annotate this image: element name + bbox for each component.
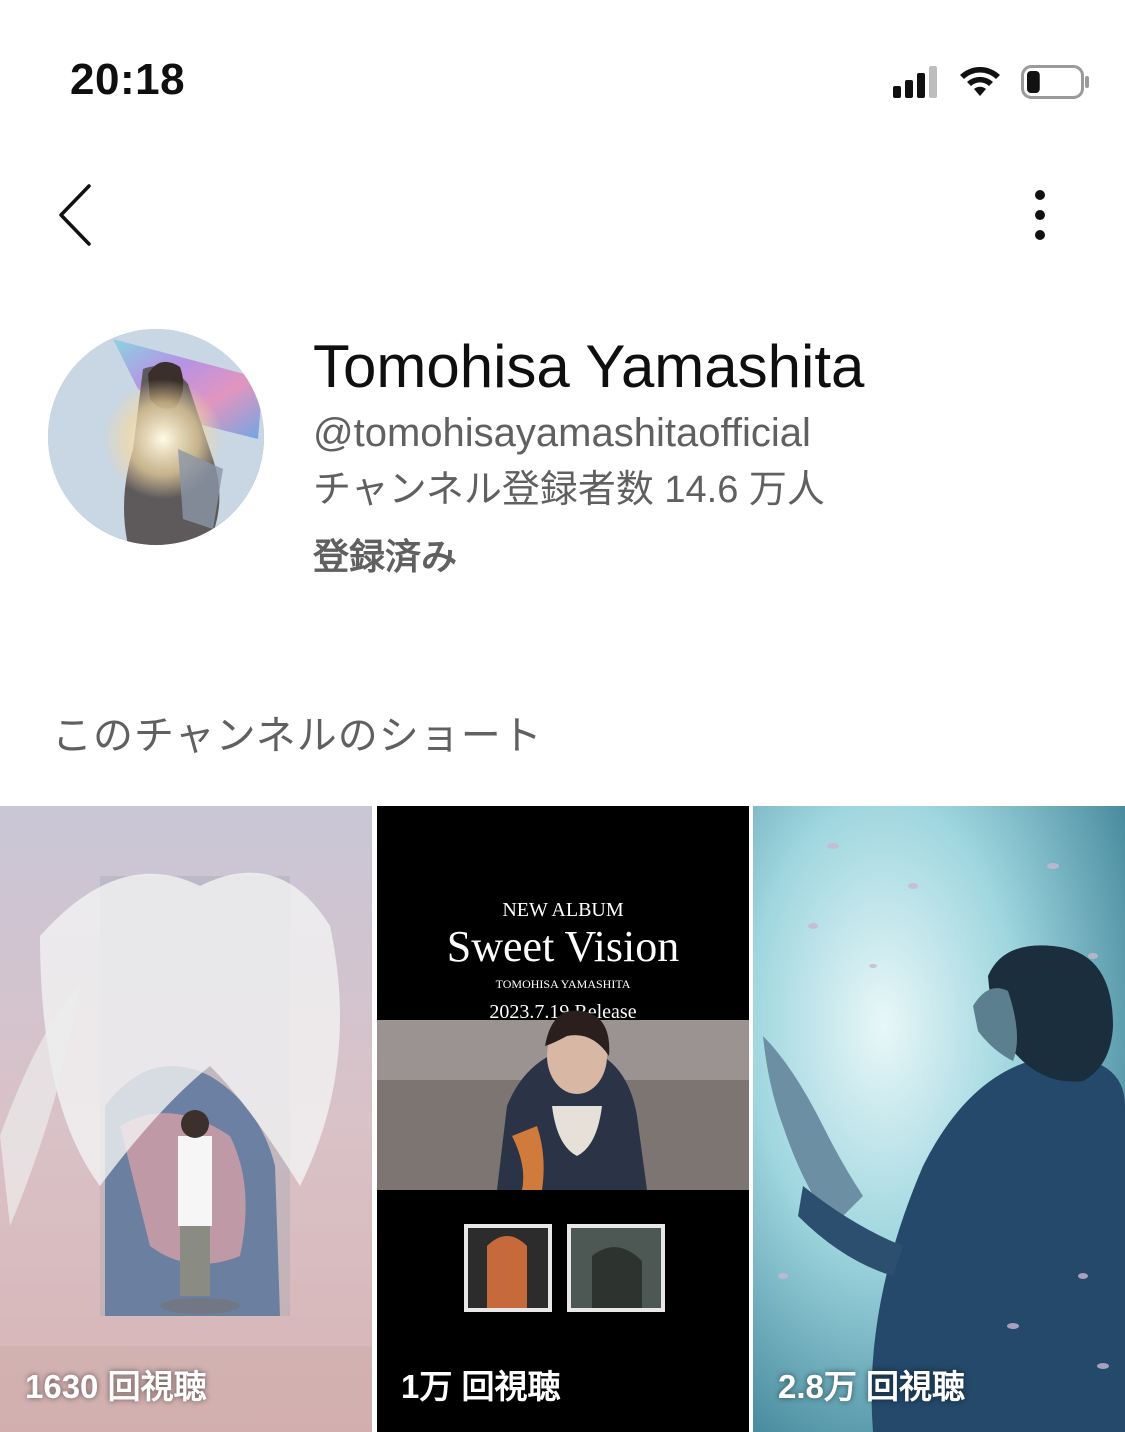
channel-info: Tomohisa Yamashita @tomohisayamashitaoff… [313, 332, 864, 586]
back-button[interactable] [40, 180, 110, 250]
short-view-count: 1630 回視聴 [25, 1368, 207, 1405]
status-icons [893, 64, 1091, 100]
shorts-list: 1630 回視聴 NEW ALBUM Sweet Vision TOMOHISA… [0, 806, 1125, 1432]
wifi-icon [957, 65, 1003, 99]
short-view-count: 2.8万 回視聴 [778, 1368, 966, 1405]
chevron-left-icon [55, 183, 95, 247]
short-card[interactable]: 2.8万 回視聴 [753, 806, 1125, 1432]
album-kicker-text: NEW ALBUM [502, 899, 624, 921]
channel-avatar[interactable] [48, 329, 264, 545]
status-time: 20:18 [70, 55, 186, 104]
short-card[interactable]: 1630 回視聴 [0, 806, 372, 1432]
more-options-button[interactable] [1005, 180, 1075, 250]
album-title-text: Sweet Vision [447, 922, 679, 971]
battery-icon [1021, 65, 1091, 99]
subscriber-count: チャンネル登録者数 14.6 万人 [313, 469, 825, 511]
cellular-signal-icon [893, 66, 939, 98]
channel-handle: @tomohisayamashitaofficial [313, 411, 811, 455]
short-thumbnail [0, 806, 372, 1432]
channel-header-bar [0, 160, 1125, 270]
album-artist-text: TOMOHISA YAMASHITA [496, 977, 631, 991]
short-thumbnail [753, 806, 1125, 1432]
more-vertical-icon [1033, 190, 1047, 240]
shorts-section-title: このチャンネルのショート [52, 714, 543, 758]
short-thumbnail: NEW ALBUM Sweet Vision TOMOHISA YAMASHIT… [377, 806, 749, 1432]
short-card[interactable]: NEW ALBUM Sweet Vision TOMOHISA YAMASHIT… [377, 806, 749, 1432]
subscribed-button[interactable]: 登録済み [313, 528, 864, 586]
status-bar: 20:18 [0, 0, 1125, 160]
channel-name: Tomohisa Yamashita [313, 333, 865, 400]
short-view-count: 1万 回視聴 [401, 1368, 561, 1405]
